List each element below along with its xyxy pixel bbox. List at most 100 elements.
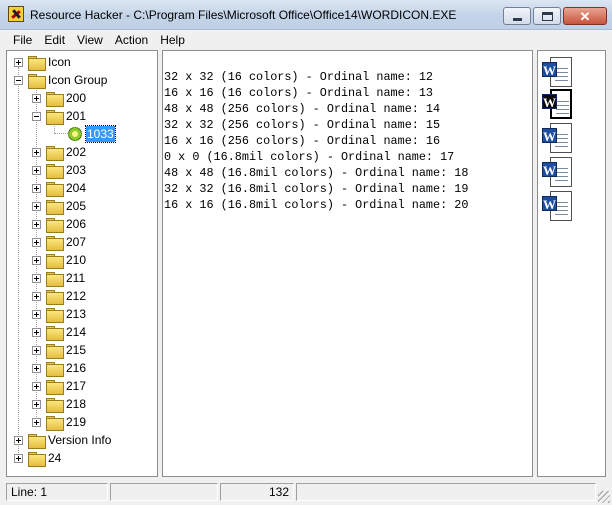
script-line: 32 x 32 (256 colors) - Ordinal name: 15: [164, 118, 441, 132]
expand-icon[interactable]: [32, 381, 41, 391]
script-line: 32 x 32 (16.8mil colors) - Ordinal name:…: [164, 182, 469, 196]
menu-edit[interactable]: Edit: [38, 31, 71, 49]
folder-icon: [46, 325, 64, 341]
close-icon: ✕: [579, 8, 591, 24]
tree-node-label: 212: [66, 289, 87, 303]
collapse-icon[interactable]: [32, 111, 41, 121]
tree-node-label: 205: [66, 199, 87, 213]
expand-icon[interactable]: [32, 345, 41, 355]
folder-icon: [46, 145, 64, 161]
word-badge: W: [542, 128, 557, 144]
expand-icon[interactable]: [32, 237, 41, 247]
tree-node-group-217[interactable]: 217: [32, 377, 86, 395]
tree-node-24[interactable]: 24: [14, 449, 61, 467]
tree-node-group-216[interactable]: 216: [32, 359, 86, 377]
folder-icon: [46, 91, 64, 107]
tree-connector: [18, 67, 19, 461]
tree-connector: [54, 133, 68, 134]
tree-node-label: Icon: [48, 55, 71, 69]
folder-icon: [28, 451, 46, 467]
tree-node-label: 201: [66, 109, 87, 123]
tree-node-language-1033[interactable]: 1033: [68, 125, 116, 143]
tree-node-label: 1033: [85, 125, 116, 143]
menu-action[interactable]: Action: [109, 31, 154, 49]
expand-icon[interactable]: [32, 417, 41, 427]
status-position: 132: [220, 483, 294, 501]
tree-node-group-202[interactable]: 202: [32, 143, 86, 161]
close-button[interactable]: ✕: [563, 7, 607, 25]
tree-node-label: 203: [66, 163, 87, 177]
menu-view[interactable]: View: [71, 31, 109, 49]
maximize-button[interactable]: [533, 7, 561, 25]
expand-icon[interactable]: [32, 399, 41, 409]
tree-node-group-206[interactable]: 206: [32, 215, 86, 233]
expand-icon[interactable]: [32, 255, 41, 265]
expand-icon[interactable]: [32, 291, 41, 301]
word-document-icon: W: [542, 123, 574, 155]
tree-node-group-200[interactable]: 200: [32, 89, 86, 107]
tree-node-group-218[interactable]: 218: [32, 395, 86, 413]
maximize-icon: [541, 11, 553, 21]
status-extra: [296, 483, 596, 501]
expand-icon[interactable]: [32, 183, 41, 193]
expand-icon[interactable]: [14, 453, 23, 463]
tree-node-label: 214: [66, 325, 87, 339]
resource-script-view[interactable]: 32 x 32 (16 colors) - Ordinal name: 12 16…: [162, 50, 533, 477]
tree-node-group-210[interactable]: 210: [32, 251, 86, 269]
window-title: Resource Hacker - C:\Program Files\Micro…: [30, 8, 457, 22]
tree-node-group-214[interactable]: 214: [32, 323, 86, 341]
resize-grip[interactable]: [598, 491, 610, 503]
expand-icon[interactable]: [32, 201, 41, 211]
expand-icon[interactable]: [32, 309, 41, 319]
tree-node-icon[interactable]: Icon: [14, 53, 71, 71]
folder-icon: [46, 217, 64, 233]
resource-tree[interactable]: Icon Icon Group 200 201 202 203 204 205 206 207…: [6, 50, 158, 477]
tree-node-label: 207: [66, 235, 87, 249]
expand-icon[interactable]: [32, 327, 41, 337]
folder-icon: [46, 361, 64, 377]
tree-node-group-201[interactable]: 201: [32, 107, 86, 125]
tree-node-icon-group[interactable]: Icon Group: [14, 71, 107, 89]
menu-bar: File Edit View Action Help: [0, 30, 612, 50]
tree-node-label: 213: [66, 307, 87, 321]
folder-icon: [46, 235, 64, 251]
folder-icon: [28, 55, 46, 71]
folder-icon: [46, 181, 64, 197]
expand-icon[interactable]: [32, 273, 41, 283]
folder-icon: [46, 343, 64, 359]
title-bar[interactable]: Resource Hacker - C:\Program Files\Micro…: [0, 0, 612, 30]
tree-node-label: 200: [66, 91, 87, 105]
expand-icon[interactable]: [32, 219, 41, 229]
icon-preview-panel: WWWWW: [537, 50, 606, 477]
expand-icon[interactable]: [32, 363, 41, 373]
tree-node-group-212[interactable]: 212: [32, 287, 86, 305]
tree-node-group-213[interactable]: 213: [32, 305, 86, 323]
tree-node-label: 204: [66, 181, 87, 195]
tree-node-group-203[interactable]: 203: [32, 161, 86, 179]
expand-icon[interactable]: [32, 147, 41, 157]
menu-file[interactable]: File: [7, 31, 38, 49]
tree-node-label: 218: [66, 397, 87, 411]
script-line: 16 x 16 (16.8mil colors) - Ordinal name:…: [164, 198, 469, 212]
expand-icon[interactable]: [14, 57, 23, 67]
collapse-icon[interactable]: [14, 75, 23, 85]
tree-node-group-207[interactable]: 207: [32, 233, 86, 251]
minimize-button[interactable]: [503, 7, 531, 25]
tree-node-group-205[interactable]: 205: [32, 197, 86, 215]
expand-icon[interactable]: [32, 93, 41, 103]
resource-hacker-app-icon[interactable]: [8, 6, 24, 22]
expand-icon[interactable]: [32, 165, 41, 175]
tree-node-group-211[interactable]: 211: [32, 269, 85, 287]
tree-node-group-204[interactable]: 204: [32, 179, 86, 197]
expand-icon[interactable]: [14, 435, 23, 445]
tree-node-group-219[interactable]: 219: [32, 413, 86, 431]
language-resource-icon: [68, 127, 82, 141]
menu-help[interactable]: Help: [154, 31, 191, 49]
script-line: 48 x 48 (256 colors) - Ordinal name: 14: [164, 102, 441, 116]
script-line: 48 x 48 (16.8mil colors) - Ordinal name:…: [164, 166, 469, 180]
status-blank: [110, 483, 218, 501]
tree-node-label: 206: [66, 217, 87, 231]
tree-node-version-info[interactable]: Version Info: [14, 431, 111, 449]
word-document-icon: W: [542, 157, 574, 189]
tree-node-group-215[interactable]: 215: [32, 341, 86, 359]
